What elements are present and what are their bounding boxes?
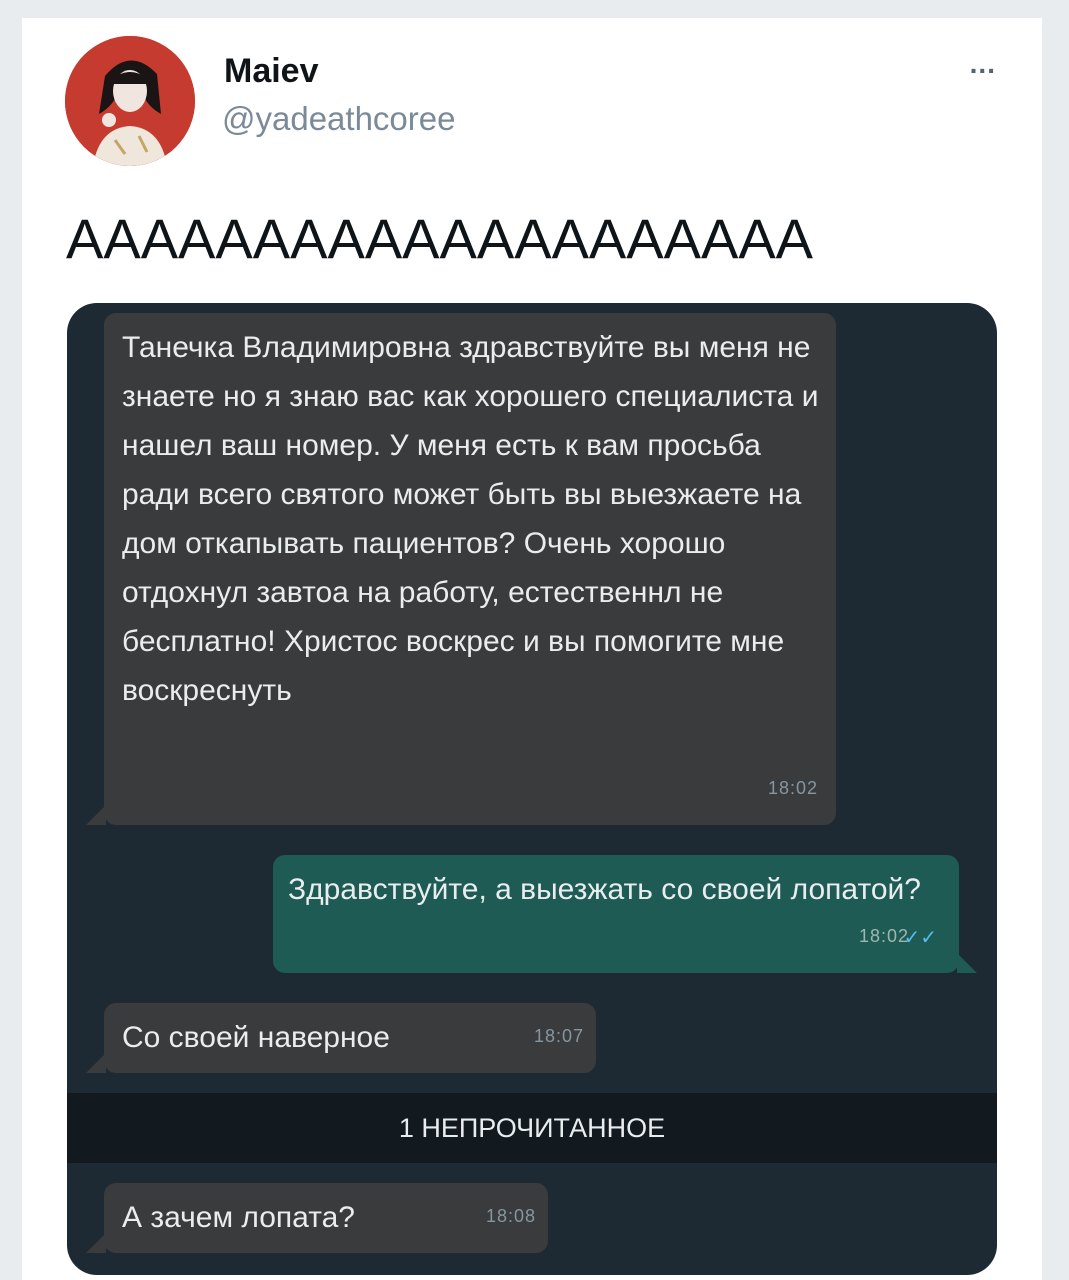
more-options-icon[interactable]: ... [970,48,996,80]
message-text: Со своей наверное [122,1021,390,1054]
message-text: Здравствуйте, а выезжать со своей лопато… [288,873,921,906]
message-text: Танечка Владимировна здравствуйте вы мен… [122,331,819,707]
message-time: 18:02 [767,778,818,798]
bubble-tail [957,953,977,973]
message-bubble-outgoing: Здравствуйте, а выезжать со своей лопато… [273,855,977,973]
message-bubble-incoming: Танечка Владимировна здравствуйте вы мен… [86,313,836,825]
message-time: 18:08 [485,1206,536,1226]
bubble-tail [86,805,106,825]
tweet-text: АААААААААААААААААААА [66,207,814,270]
tweet-card: Maiev @yadeathcoree ... АААААААААААААААА… [22,18,1042,1280]
author-name[interactable]: Maiev [224,52,319,91]
message-bubble-incoming: Со своей наверное 18:07 [86,1003,596,1073]
bubble-tail [86,1053,106,1073]
message-time: 18:02 [858,926,909,946]
unread-divider: 1 НЕПРОЧИТАННОЕ [67,1093,997,1163]
bubble-tail [86,1233,106,1253]
avatar[interactable] [65,36,195,166]
double-check-icon: ✓✓ [903,927,937,949]
chat-screenshot: Танечка Владимировна здравствуйте вы мен… [67,303,997,1275]
message-bubble-incoming: А зачем лопата? 18:08 [86,1183,548,1253]
message-text: А зачем лопата? [122,1201,355,1234]
author-handle[interactable]: @yadeathcoree [222,100,455,138]
message-time: 18:07 [533,1026,584,1046]
